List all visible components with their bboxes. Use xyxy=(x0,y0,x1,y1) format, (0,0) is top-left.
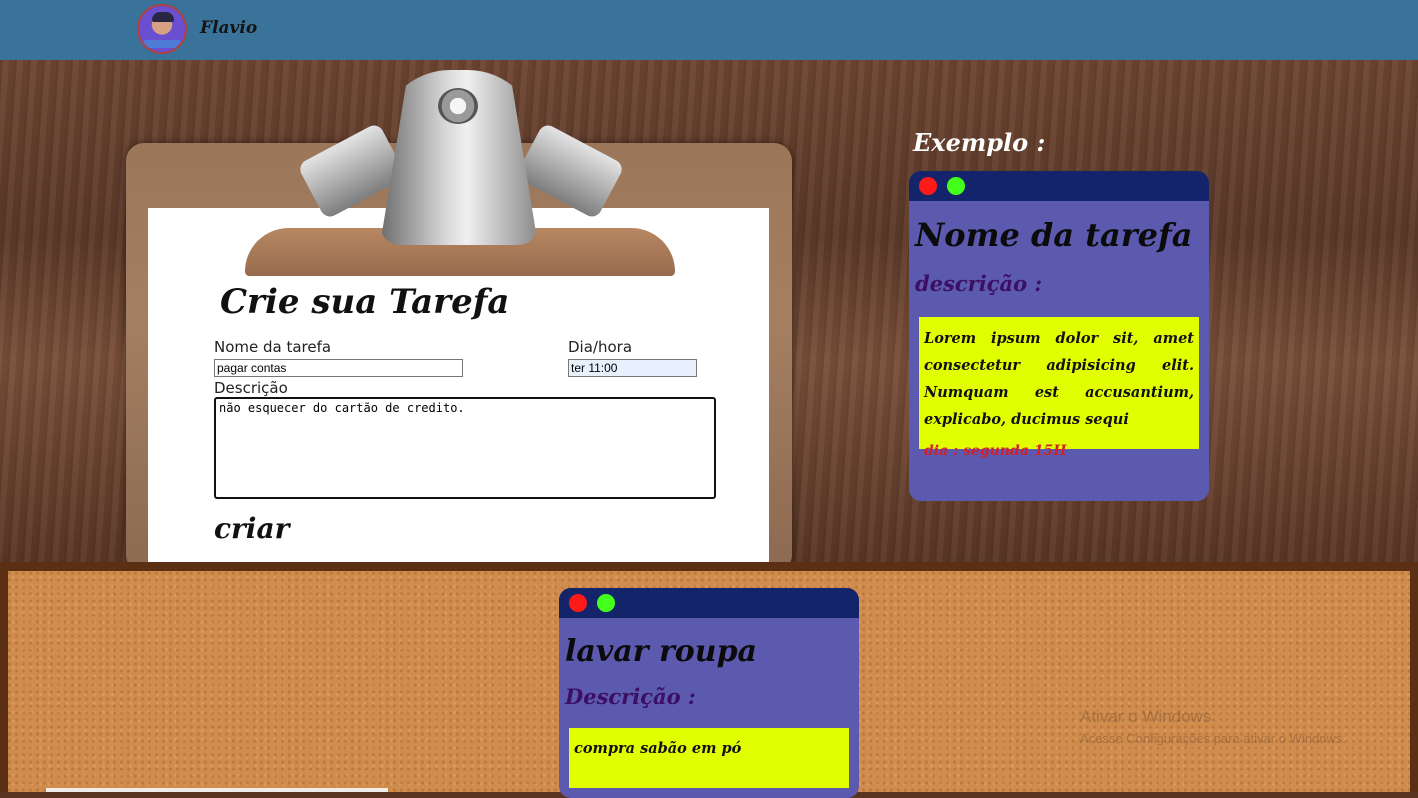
task-date-input[interactable] xyxy=(568,359,697,377)
task-card-body: compra sabão em pó xyxy=(574,740,742,757)
task-name-input[interactable] xyxy=(214,359,463,377)
task-desc-textarea[interactable]: não esquecer do cartão de credito. xyxy=(214,397,716,499)
user-avatar-icon[interactable] xyxy=(137,4,187,54)
card-header xyxy=(909,171,1209,201)
example-label: Exemplo : xyxy=(913,128,1046,157)
task-card-note: compra sabão em pó xyxy=(569,728,849,788)
example-task-card: Nome da tarefa descrição : Lorem ipsum d… xyxy=(909,171,1209,501)
card-note: Lorem ipsum dolor sit, amet consectetur … xyxy=(919,317,1199,459)
card-title: Nome da tarefa xyxy=(915,216,1193,254)
task-card: lavar roupa Descrição : compra sabão em … xyxy=(559,588,859,798)
avatar-hair xyxy=(152,12,174,22)
clipboard-clip-ring xyxy=(438,88,478,124)
close-dot-icon[interactable] xyxy=(569,594,587,612)
avatar-banner xyxy=(143,40,181,48)
task-card-title: lavar roupa xyxy=(565,634,757,669)
expand-dot-icon[interactable] xyxy=(947,177,965,195)
top-navbar: Flavio xyxy=(0,0,1418,60)
card-header xyxy=(559,588,859,618)
close-dot-icon[interactable] xyxy=(919,177,937,195)
form-title: Crie sua Tarefa xyxy=(220,282,510,322)
task-desc-label: Descrição xyxy=(214,379,288,397)
card-due: dia : segunda 15H xyxy=(924,443,1067,459)
card-desc-heading: descrição : xyxy=(915,271,1043,296)
task-card-desc-heading: Descrição : xyxy=(565,684,696,709)
task-date-label: Dia/hora xyxy=(568,338,633,356)
windows-activation-title: Ativar o Windows xyxy=(1080,707,1212,726)
username[interactable]: Flavio xyxy=(200,18,257,38)
expand-dot-icon[interactable] xyxy=(597,594,615,612)
create-task-button[interactable]: criar xyxy=(214,512,289,545)
taskbar-strip xyxy=(46,788,388,792)
task-name-label: Nome da tarefa xyxy=(214,338,332,356)
card-body: Lorem ipsum dolor sit, amet consectetur … xyxy=(924,330,1194,428)
windows-activation-subtitle: Acesse Configurações para ativar o Windo… xyxy=(1080,731,1346,746)
